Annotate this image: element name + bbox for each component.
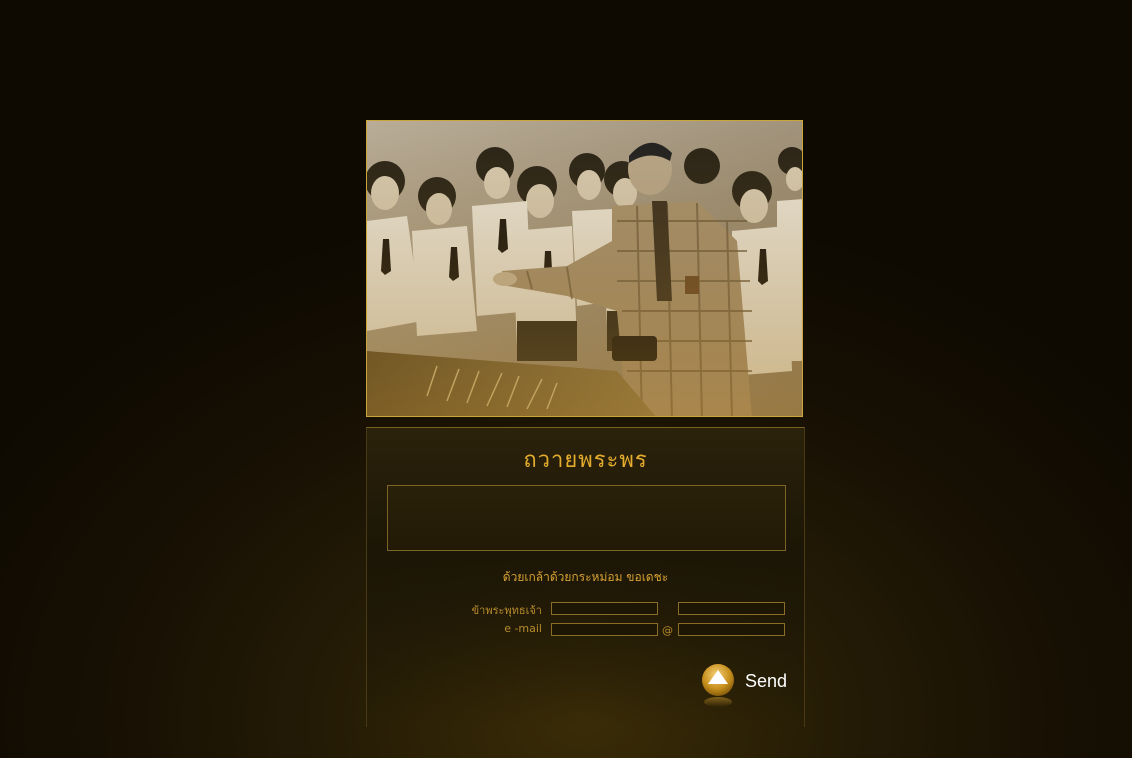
first-name-input[interactable] [551,602,658,615]
send-label: Send [745,671,788,691]
name-label: ข้าพระพุทธเจ้า [471,604,542,617]
email-user-input[interactable] [551,623,658,636]
commemorative-photo [366,120,803,417]
last-name-input[interactable] [678,602,785,615]
up-arrow-icon [702,664,734,707]
photo-icon [367,121,802,416]
email-label: e -mail [504,622,542,635]
blessing-form-panel: ถวายพระพร ด้วยเกล้าด้วยกระหม่อม ขอเดชะ ข… [366,427,805,727]
form-title: ถวายพระพร [523,448,648,473]
at-symbol: @ [662,624,673,637]
send-button[interactable]: Send [701,664,791,708]
email-domain-input[interactable] [678,623,785,636]
blessing-line: ด้วยเกล้าด้วยกระหม่อม ขอเดชะ [502,570,669,584]
blessing-message-input[interactable] [387,485,786,551]
